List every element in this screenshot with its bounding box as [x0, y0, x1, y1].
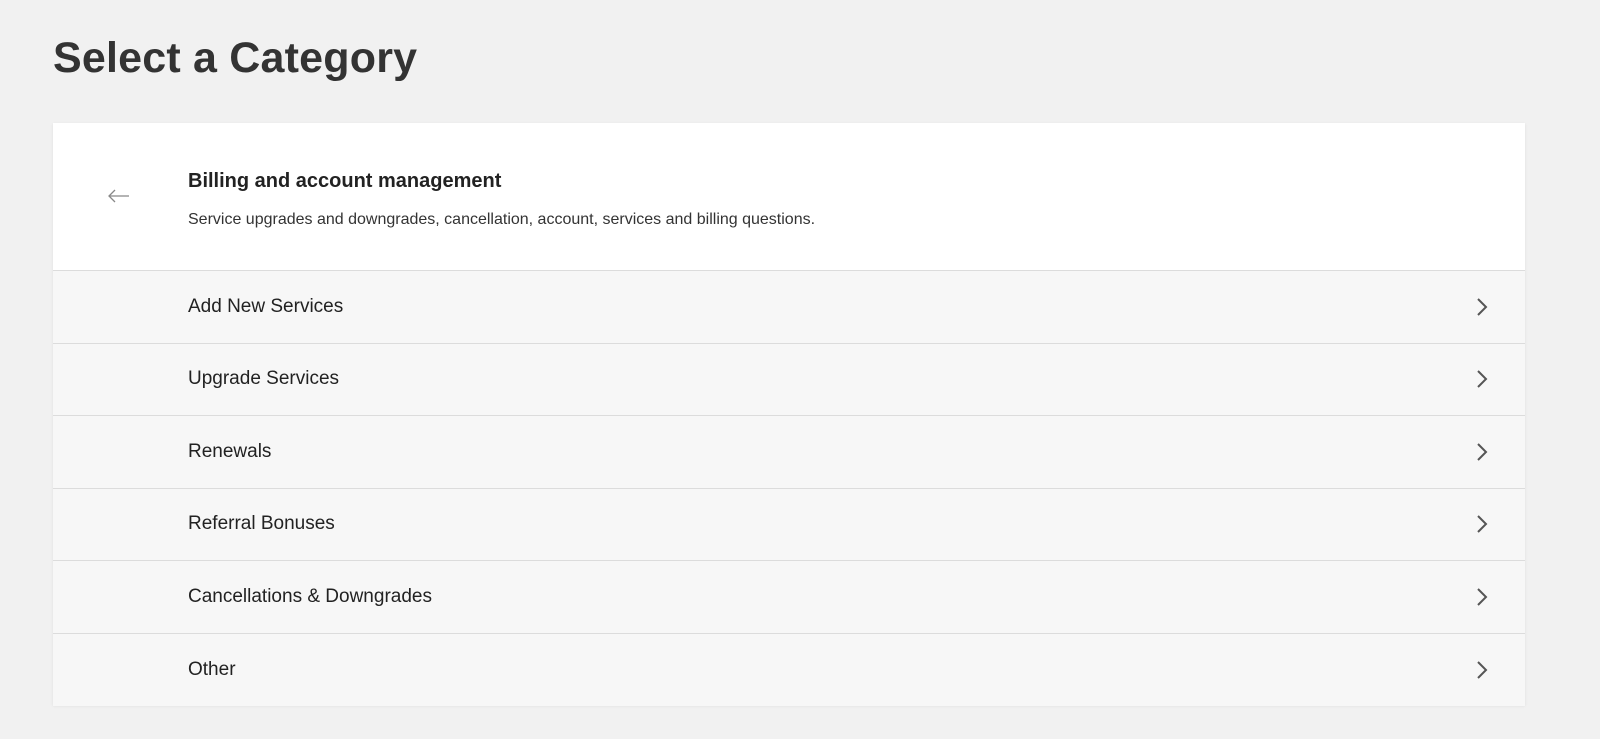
subcategory-label: Cancellations & Downgrades [188, 585, 432, 607]
subcategory-item-add-new-services[interactable]: Add New Services [53, 271, 1525, 344]
category-header: Billing and account management Service u… [53, 123, 1525, 271]
subcategory-label: Other [188, 658, 236, 680]
subcategory-item-other[interactable]: Other [53, 633, 1525, 706]
subcategory-item-renewals[interactable]: Renewals [53, 416, 1525, 489]
arrow-left-icon [108, 189, 129, 203]
subcategory-label: Referral Bonuses [188, 513, 335, 535]
subcategory-list: Add New Services Upgrade Services Renewa… [53, 271, 1525, 706]
subcategory-label: Add New Services [188, 295, 344, 317]
subcategory-item-referral-bonuses[interactable]: Referral Bonuses [53, 488, 1525, 561]
page-title: Select a Category [53, 34, 418, 82]
chevron-right-icon [1475, 297, 1489, 317]
subcategory-label: Renewals [188, 440, 272, 462]
category-description: Service upgrades and downgrades, cancell… [188, 211, 816, 228]
chevron-right-icon [1475, 587, 1489, 607]
category-card: Billing and account management Service u… [53, 123, 1525, 706]
back-button[interactable] [106, 183, 132, 209]
chevron-right-icon [1475, 369, 1489, 389]
chevron-right-icon [1475, 514, 1489, 534]
subcategory-item-upgrade-services[interactable]: Upgrade Services [53, 343, 1525, 416]
subcategory-label: Upgrade Services [188, 368, 340, 390]
subcategory-item-cancellations-downgrades[interactable]: Cancellations & Downgrades [53, 561, 1525, 634]
chevron-right-icon [1475, 442, 1489, 462]
chevron-right-icon [1475, 660, 1489, 680]
category-title: Billing and account management [188, 170, 502, 192]
